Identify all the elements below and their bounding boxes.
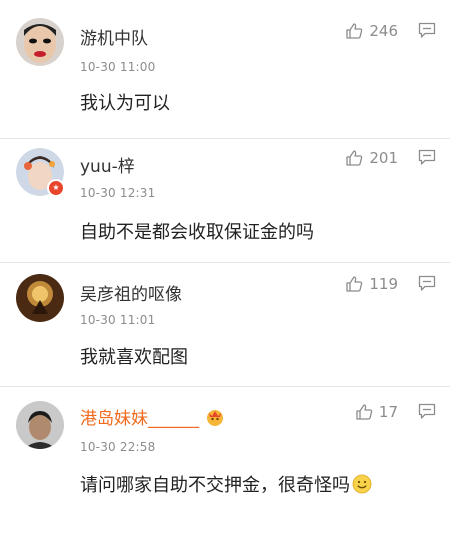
- reply-button[interactable]: [418, 149, 436, 170]
- like-button[interactable]: 246: [345, 22, 398, 40]
- comment-text: 请问哪家自助不交押金，很奇怪吗: [80, 472, 420, 500]
- like-count: 201: [369, 149, 398, 167]
- like-count: 246: [369, 22, 398, 40]
- verified-badge: ★: [47, 179, 65, 197]
- reply-button[interactable]: [418, 403, 436, 424]
- thumbs-up-icon: [346, 23, 363, 39]
- comment-text: 自助不是都会收取保证金的吗: [80, 222, 314, 243]
- avatar[interactable]: ★: [16, 148, 65, 197]
- username-text: 港岛妹妹______: [80, 409, 199, 429]
- like-button[interactable]: 119: [345, 275, 398, 293]
- username[interactable]: 港岛妹妹______: [80, 404, 225, 429]
- comment-text-content: 请问哪家自助不交押金，很奇怪吗: [80, 475, 350, 496]
- thumbs-up-icon: [356, 404, 373, 420]
- smile-emoji-icon: [352, 474, 372, 494]
- comment-item: ★ yuu-梓 10-30 12:31 自助不是都会收取保证金的吗 201: [0, 139, 450, 262]
- comment-item: 游机中队 10-30 11:00 我认为可以 246: [0, 0, 450, 138]
- avatar[interactable]: [16, 401, 64, 449]
- timestamp: 10-30 11:01: [80, 313, 156, 327]
- comment-item: 港岛妹妹______ 10-30 22:58 请问哪家自助不交押金，很奇怪吗 1…: [0, 387, 450, 535]
- timestamp: 10-30 12:31: [80, 186, 156, 200]
- username[interactable]: 吴彦祖的呕像: [80, 280, 182, 305]
- comment-icon: [418, 22, 436, 38]
- thumbs-up-icon: [346, 150, 363, 166]
- thumbs-up-icon: [346, 276, 363, 292]
- comment-text: 我就喜欢配图: [80, 347, 188, 368]
- username[interactable]: yuu-梓: [80, 152, 135, 177]
- like-count: 119: [369, 275, 398, 293]
- avatar[interactable]: [16, 274, 64, 322]
- like-count: 17: [378, 403, 398, 421]
- reply-button[interactable]: [418, 275, 436, 296]
- username[interactable]: 游机中队: [80, 24, 148, 49]
- comment-icon: [418, 149, 436, 165]
- like-button[interactable]: 201: [345, 149, 398, 167]
- comment-icon: [418, 403, 436, 419]
- comment-item: 吴彦祖的呕像 10-30 11:01 我就喜欢配图 119: [0, 263, 450, 386]
- reply-button[interactable]: [418, 22, 436, 43]
- like-button[interactable]: 17: [355, 403, 398, 421]
- vip-crown-emoji-icon: [207, 409, 223, 426]
- comment-icon: [418, 275, 436, 291]
- timestamp: 10-30 22:58: [80, 440, 156, 454]
- timestamp: 10-30 11:00: [80, 60, 156, 74]
- avatar[interactable]: [16, 18, 64, 66]
- comment-text: 我认为可以: [80, 93, 170, 114]
